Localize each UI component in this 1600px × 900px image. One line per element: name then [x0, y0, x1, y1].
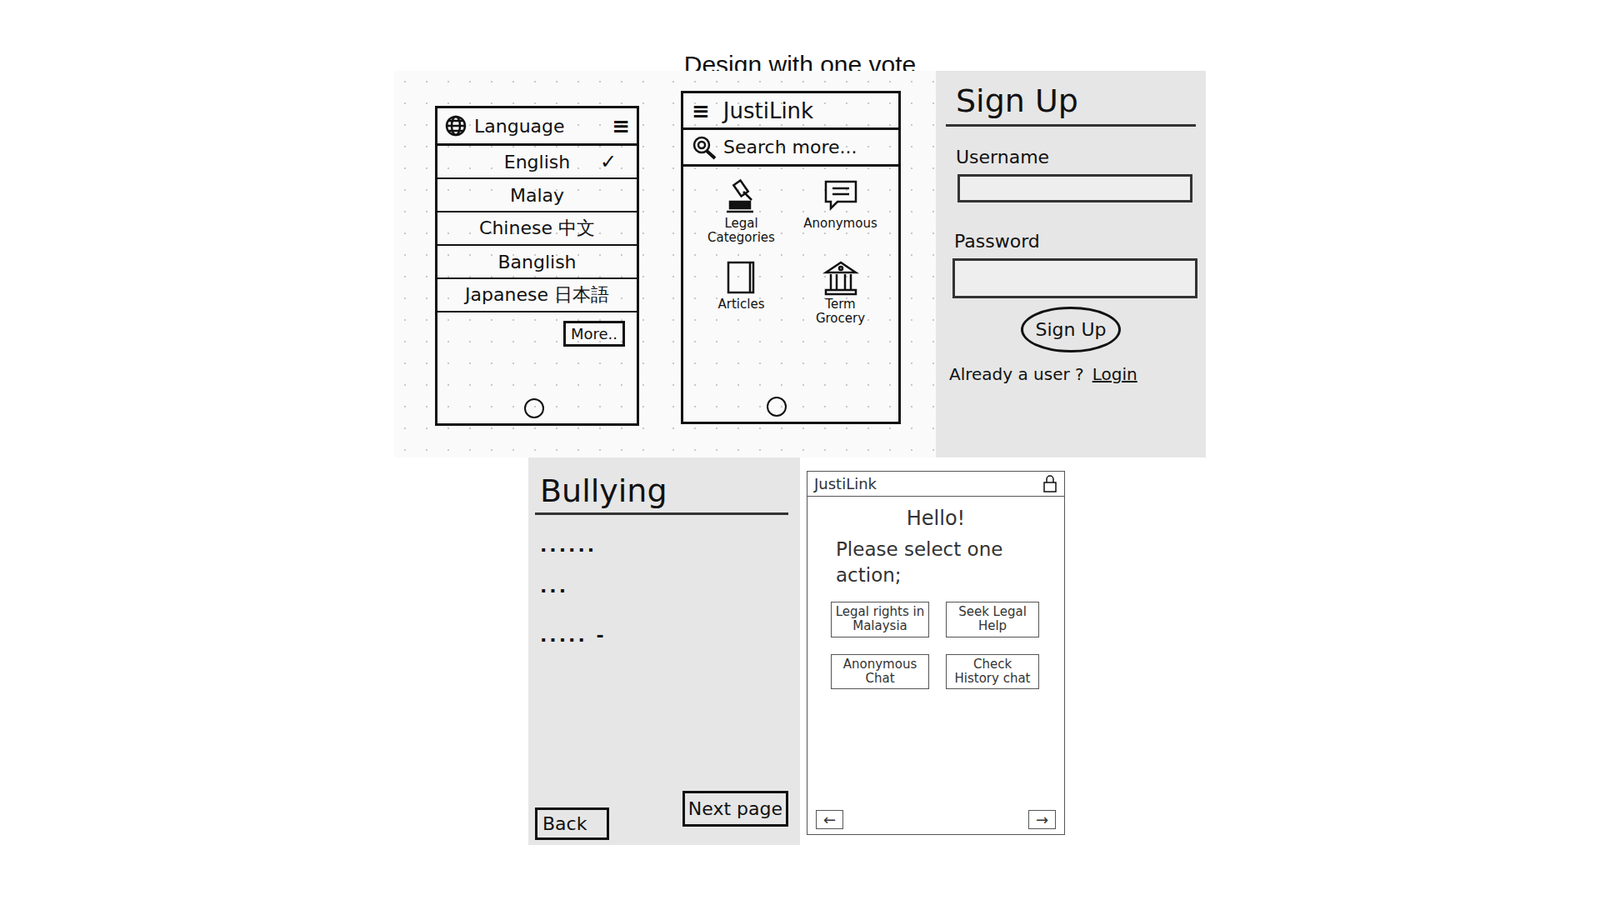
action-grid: Legal rights in Malaysia Seek Legal Help A…: [807, 588, 1065, 690]
book-icon: [723, 259, 760, 296]
building-icon: [822, 259, 860, 296]
language-label: Banglish: [497, 251, 576, 273]
article-nav: Back Next page: [535, 645, 789, 842]
signup-footer: Already a user ? Login: [945, 364, 1196, 385]
lock-icon: [1042, 475, 1058, 494]
search-icon: [691, 135, 717, 160]
signup-title: Sign Up: [945, 82, 1196, 127]
article-line: ......: [535, 535, 789, 556]
password-field[interactable]: [952, 258, 1198, 299]
menu-icon[interactable]: ≡: [611, 113, 630, 139]
phone-frame: JustiLink Hello!Please select one action;…: [806, 470, 1065, 835]
language-option[interactable]: English ✓: [437, 145, 637, 180]
language-option[interactable]: Malay: [437, 179, 637, 213]
login-link[interactable]: Login: [1092, 364, 1138, 385]
next-arrow-button[interactable]: →: [1028, 810, 1056, 830]
top-row: Language ≡ English ✓ Malay Chinese 中文 Banglish…: [394, 70, 1206, 458]
greeting: Hello!: [807, 506, 1065, 530]
app-header: ≡ JustiLink: [683, 93, 899, 130]
prompt: Please select one action;: [807, 530, 1065, 589]
password-label: Password: [945, 230, 1196, 252]
username-label: Username: [945, 146, 1196, 168]
menu-icon[interactable]: ≡: [691, 98, 710, 124]
app-header: JustiLink: [807, 471, 1065, 497]
back-arrow-button[interactable]: ←: [815, 810, 844, 830]
language-label: Japanese 日本語: [465, 282, 610, 308]
already-user-text: Already a user ?: [949, 364, 1085, 385]
category-label: Legal Categories: [704, 216, 780, 245]
globe-icon: [444, 114, 468, 138]
search-text: Search more...: [723, 136, 858, 158]
category-grid: Legal Categories Anonymous Articles Term Gr…: [683, 166, 899, 325]
category-label: Term Grocery: [803, 297, 879, 325]
action-button[interactable]: Legal rights in Malaysia: [830, 601, 930, 638]
signup-sketch: Sign Up Username Password Sign Up Already a …: [935, 70, 1206, 458]
article-line: ..... -: [535, 625, 789, 646]
language-label: Malay: [510, 185, 565, 206]
action-button[interactable]: Seek Legal Help: [945, 601, 1040, 638]
more-button[interactable]: More..: [563, 320, 625, 347]
category-label: Articles: [718, 297, 765, 312]
search-bar[interactable]: Search more...: [683, 130, 899, 167]
action-sketch: JustiLink Hello!Please select one action;…: [800, 457, 1072, 845]
phone-frame: Language ≡ English ✓ Malay Chinese 中文 Banglish…: [435, 105, 640, 426]
category-tile[interactable]: Anonymous: [790, 178, 890, 245]
username-field[interactable]: [957, 174, 1193, 203]
next-button[interactable]: Next page: [682, 790, 789, 827]
category-tile[interactable]: Articles: [691, 259, 791, 325]
app-title: JustiLink: [814, 475, 877, 493]
language-option[interactable]: Chinese 中文: [437, 212, 637, 246]
gavel-icon: [723, 178, 760, 215]
language-option[interactable]: Japanese 日本語: [437, 279, 637, 313]
article-title: Bullying: [535, 472, 789, 515]
category-label: Anonymous: [803, 216, 877, 231]
chat-icon: [822, 178, 860, 215]
action-button[interactable]: Check History chat: [945, 654, 1040, 690]
home-sketch: ≡ JustiLink Search more... Legal Categories…: [662, 70, 936, 458]
language-option[interactable]: Banglish: [437, 245, 637, 280]
article-sketch: Bullying......... ..... - Back Next page: [528, 457, 800, 845]
back-button[interactable]: Back: [535, 807, 610, 840]
check-icon: ✓: [600, 150, 617, 174]
bottom-row: Bullying......... ..... - Back Next page Jus…: [528, 457, 1072, 845]
language-label: English: [504, 151, 570, 173]
phone-frame: ≡ JustiLink Search more... Legal Categories…: [680, 90, 901, 425]
language-title: Language: [474, 115, 605, 137]
language-label: Chinese 中文: [479, 215, 595, 241]
article-line: ...: [535, 575, 789, 597]
action-nav: ←→: [807, 689, 1065, 835]
category-tile[interactable]: Term Grocery: [790, 259, 890, 325]
language-header: Language ≡: [437, 108, 637, 146]
category-tile[interactable]: Legal Categories: [691, 178, 791, 245]
app-title: JustiLink: [723, 98, 814, 124]
language-sketch: Language ≡ English ✓ Malay Chinese 中文 Banglish…: [394, 70, 663, 458]
language-footer: More..: [437, 312, 637, 424]
action-button[interactable]: Anonymous Chat: [830, 654, 930, 690]
home-button[interactable]: [766, 396, 787, 417]
signup-button[interactable]: Sign Up: [1020, 306, 1120, 353]
home-button[interactable]: [524, 398, 545, 419]
